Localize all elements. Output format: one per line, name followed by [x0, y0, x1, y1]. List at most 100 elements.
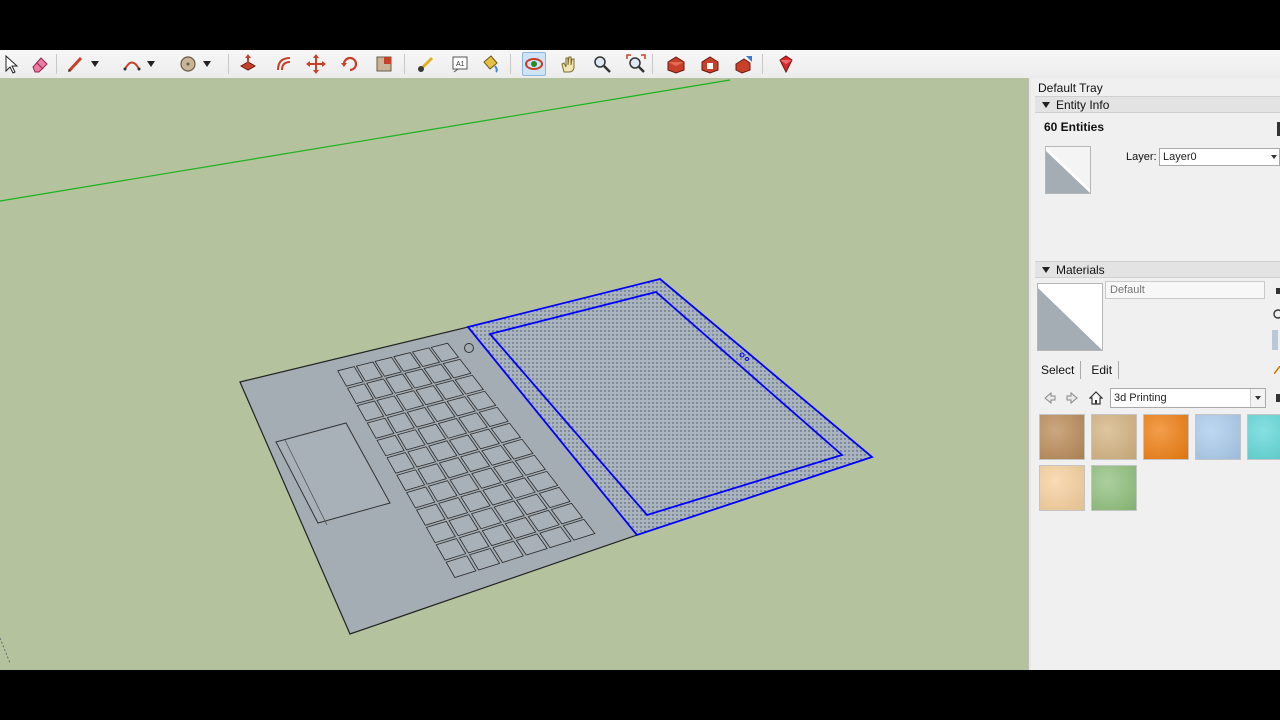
- text-tool-icon: A1: [452, 56, 468, 73]
- push-pull-tool-button[interactable]: [236, 52, 260, 76]
- material-swatch[interactable]: [1195, 414, 1241, 460]
- chevron-down-icon: [147, 61, 155, 67]
- svg-text:A1: A1: [456, 61, 465, 68]
- rotate-tool-button[interactable]: [338, 52, 362, 76]
- red-axis-fragment: [0, 637, 11, 664]
- tape-measure-tool-button[interactable]: [414, 52, 438, 76]
- material-swatch[interactable]: [1091, 465, 1137, 511]
- pan-hand-icon: [561, 56, 575, 73]
- collection-value: 3d Printing: [1114, 392, 1167, 404]
- default-tray: Default Tray Entity Info 60 Entities Lay…: [1031, 78, 1280, 670]
- tray-title: Default Tray: [1038, 81, 1103, 95]
- extension-warehouse-icon: [701, 56, 719, 74]
- scale-tool-button[interactable]: [372, 52, 396, 76]
- materials-header[interactable]: Materials: [1035, 261, 1280, 278]
- select-arrow-icon: [5, 54, 19, 74]
- chevron-down-icon: [1271, 155, 1277, 159]
- line-pencil-icon: [67, 56, 83, 73]
- zoom-tool-button[interactable]: [590, 52, 614, 76]
- power-button[interactable]: [464, 343, 474, 353]
- eraser-tool-button[interactable]: [28, 52, 52, 76]
- ruby-extension-icon: [779, 55, 793, 74]
- default-material-icon: [1038, 284, 1102, 350]
- materials-tabs: Select Edit: [1035, 360, 1120, 380]
- toolbar-separator: [762, 54, 763, 74]
- zoom-extents-tool-button[interactable]: [624, 52, 648, 76]
- materials-title: Materials: [1056, 262, 1105, 277]
- tab-select[interactable]: Select: [1035, 361, 1082, 379]
- layer-select[interactable]: Layer0: [1159, 148, 1280, 166]
- layer-value: Layer0: [1163, 151, 1197, 163]
- tool-dropdown-button[interactable]: [201, 52, 213, 76]
- circle-shape-tool-button[interactable]: [176, 52, 200, 76]
- scene-drawing: [0, 79, 874, 664]
- text-tool-tool-button[interactable]: A1: [448, 52, 472, 76]
- arc-icon: [123, 61, 141, 71]
- entity-info-header[interactable]: Entity Info: [1035, 96, 1280, 113]
- home-icon: [1089, 391, 1103, 405]
- material-swatch[interactable]: [1091, 414, 1137, 460]
- back-button[interactable]: [1041, 389, 1059, 407]
- collapse-triangle-icon: [1042, 101, 1050, 108]
- material-swatch[interactable]: [1039, 414, 1085, 460]
- modeling-viewport[interactable]: [0, 78, 1028, 670]
- default-material-icon: [1046, 147, 1090, 193]
- material-name-field[interactable]: Default: [1105, 281, 1265, 299]
- eraser-icon: [32, 57, 48, 73]
- display-secondary-pane-button[interactable]: [1272, 330, 1278, 350]
- zoom-icon: [594, 56, 611, 73]
- move-tool-button[interactable]: [304, 52, 328, 76]
- letterbox-bottom: [0, 670, 1280, 720]
- entity-info-title: Entity Info: [1056, 97, 1110, 112]
- material-swatch[interactable]: [1143, 414, 1189, 460]
- collection-select[interactable]: 3d Printing: [1110, 388, 1266, 408]
- forward-arrow-icon: [1066, 391, 1078, 405]
- pan-hand-tool-button[interactable]: [556, 52, 580, 76]
- push-pull-icon: [239, 54, 257, 71]
- current-material-preview[interactable]: [1037, 283, 1103, 351]
- back-arrow-icon: [1044, 391, 1056, 405]
- letterbox-top: [0, 0, 1280, 50]
- tab-edit[interactable]: Edit: [1085, 361, 1120, 379]
- zoom-extents-icon: [626, 54, 646, 73]
- material-swatch[interactable]: [1039, 465, 1085, 511]
- 3d-warehouse-icon: [667, 56, 685, 74]
- entity-count: 60 Entities: [1044, 120, 1105, 134]
- chevron-down-icon: [91, 61, 99, 67]
- share-model-tool-button[interactable]: [732, 52, 756, 76]
- chevron-down-icon: [203, 61, 211, 67]
- paint-bucket-tool-button[interactable]: [478, 52, 502, 76]
- extension-warehouse-tool-button[interactable]: [698, 52, 722, 76]
- arc-tool-button[interactable]: [120, 52, 144, 76]
- main-toolbar: A1: [0, 50, 1280, 79]
- orbit-tool-button[interactable]: [522, 52, 546, 76]
- line-pencil-tool-button[interactable]: [64, 52, 88, 76]
- paint-bucket-icon: [483, 55, 498, 73]
- tape-measure-icon: [417, 56, 434, 73]
- 3d-warehouse-tool-button[interactable]: [664, 52, 688, 76]
- offset-icon: [277, 57, 291, 71]
- forward-button[interactable]: [1063, 389, 1081, 407]
- rotate-icon: [341, 56, 358, 72]
- toolbar-separator: [652, 54, 653, 74]
- home-button[interactable]: [1087, 389, 1105, 407]
- panel-scroll-marker: [1276, 288, 1280, 294]
- tool-dropdown-button[interactable]: [89, 52, 101, 76]
- tool-dropdown-button[interactable]: [145, 52, 157, 76]
- toolbar-separator: [404, 54, 405, 74]
- toolbar-separator: [510, 54, 511, 74]
- panel-scroll-marker: [1276, 394, 1280, 402]
- orbit-icon: [525, 58, 543, 70]
- green-axis-line: [0, 79, 731, 202]
- offset-tool-button[interactable]: [272, 52, 296, 76]
- entity-material-swatch[interactable]: [1045, 146, 1091, 194]
- share-model-icon: [735, 56, 752, 74]
- move-icon: [306, 54, 326, 74]
- ruby-extension-tool-button[interactable]: [774, 52, 798, 76]
- material-swatch[interactable]: [1247, 414, 1280, 460]
- eyedropper-icon[interactable]: [1274, 366, 1280, 374]
- scale-icon: [376, 56, 392, 72]
- toolbar-separator: [56, 54, 57, 74]
- create-material-icon[interactable]: [1272, 306, 1280, 322]
- select-arrow-tool-button[interactable]: [0, 52, 24, 76]
